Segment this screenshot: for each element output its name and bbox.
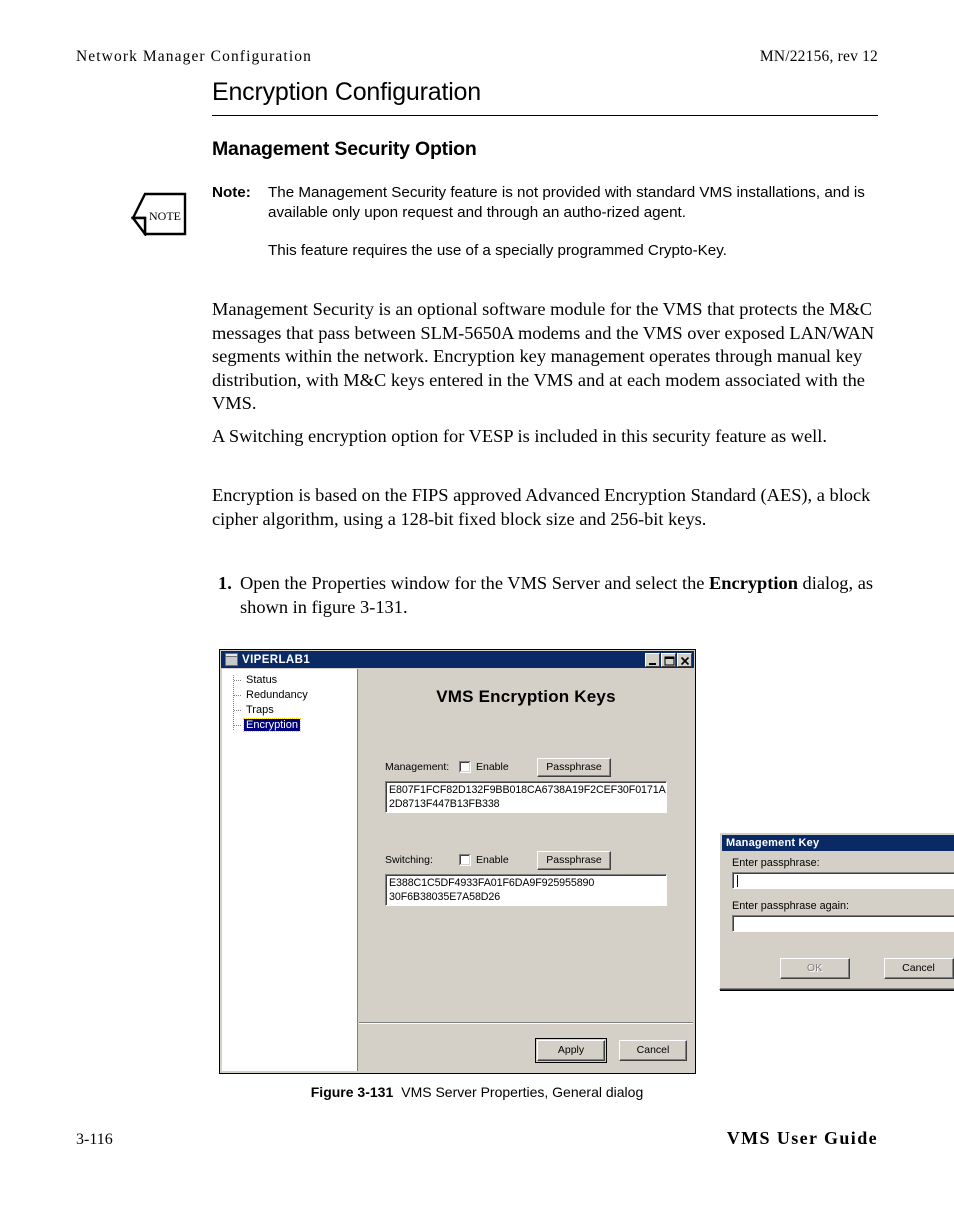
checkbox-box-icon (459, 854, 471, 866)
window-titlebar[interactable]: VIPERLAB1 (221, 651, 694, 668)
maximize-icon[interactable] (661, 652, 676, 667)
passphrase-input[interactable] (732, 872, 954, 889)
passphrase-label: Enter passphrase: (732, 857, 820, 869)
tree-item-label: Traps (246, 704, 274, 716)
tree-connector-icon (234, 680, 242, 681)
switching-key-row: Switching: Enable Passphrase E388C1C5DF4… (385, 850, 667, 906)
page-title: Encryption Configuration (212, 78, 481, 106)
tree-connector-icon (234, 695, 242, 696)
encryption-pane: VMS Encryption Keys Management: Enable P… (359, 669, 954, 1071)
switching-label: Switching: (385, 854, 433, 866)
tree-item-label: Redundancy (246, 689, 308, 701)
document-name: VMS User Guide (726, 1128, 878, 1148)
page-footer: 3-116 VMS User Guide (76, 1128, 878, 1149)
field-spacer (732, 889, 954, 900)
apply-button[interactable]: Apply (535, 1038, 607, 1063)
dialog-buttons: OK Cancel (720, 958, 954, 979)
section-heading: Management Security Option (212, 138, 477, 160)
window-title: VIPERLAB1 (242, 653, 311, 666)
cancel-button[interactable]: Cancel (619, 1040, 687, 1061)
step-text: Open the Properties window for the VMS S… (240, 572, 878, 619)
passphrase-again-input[interactable] (732, 915, 954, 932)
running-head-right: MN/22156, rev 12 (759, 48, 878, 65)
note-block: Note: The Management Security feature is… (212, 183, 878, 261)
management-key-line1: E807F1FCF82D132F9BB018CA6738A19F2CEF30F0… (389, 784, 667, 796)
text-caret (737, 875, 738, 887)
switching-key-line2: 30F6B38035E7A58D26 (389, 891, 501, 903)
checkbox-box-icon (459, 761, 471, 773)
tree-item-redundancy[interactable]: Redundancy (228, 688, 357, 703)
tree-item-encryption[interactable]: Encryption (228, 718, 357, 733)
note-first-paragraph: Note: The Management Security feature is… (212, 183, 878, 222)
switching-enable-label: Enable (476, 854, 509, 866)
figure-caption-text: VMS Server Properties, General dialog (401, 1084, 644, 1100)
management-key-value[interactable]: E807F1FCF82D132F9BB018CA6738A19F2CEF30F0… (385, 781, 667, 813)
step-text-before: Open the Properties window for the VMS S… (240, 573, 710, 593)
properties-window: VIPERLAB1 Status Redundancy Traps Encryp… (219, 649, 954, 1074)
dialog-ok-button[interactable]: OK (779, 958, 850, 979)
management-label: Management: (385, 761, 450, 773)
figure-caption-number: Figure 3-131 (310, 1084, 394, 1100)
switching-controls: Switching: Enable Passphrase (385, 850, 667, 870)
running-head-left: Network Manager Configuration (76, 48, 312, 65)
note-icon: NOTE (130, 192, 187, 238)
numbered-step-1: 1. Open the Properties window for the VM… (218, 572, 878, 619)
passphrase-again-label: Enter passphrase again: (732, 900, 850, 912)
switching-key-value[interactable]: E388C1C5DF4933FA01F6DA9F925955890 30F6B3… (385, 874, 667, 906)
svg-text:NOTE: NOTE (149, 209, 181, 223)
management-key-dialog: Management Key Enter passphrase: Enter p… (719, 832, 954, 990)
note-second-paragraph: This feature requires the use of a speci… (268, 242, 727, 259)
tree-item-status[interactable]: Status (228, 673, 357, 688)
running-head: Network Manager Configuration MN/22156, … (76, 48, 878, 66)
pane-footer-buttons: Apply Cancel (535, 1038, 687, 1063)
management-key-line2: 2D8713F447B13FB338 (389, 798, 500, 810)
server-cube-icon (225, 653, 238, 666)
note-text: The Management Security feature is not p… (268, 184, 865, 221)
dialog-titlebar[interactable]: Management Key (722, 835, 954, 851)
pane-heading: VMS Encryption Keys (436, 687, 616, 706)
tree-item-label: Status (246, 674, 278, 686)
body-paragraph-3: Encryption is based on the FIPS approved… (212, 485, 871, 529)
management-controls: Management: Enable Passphrase (385, 757, 667, 777)
step-text-bold: Encryption (709, 573, 798, 593)
minimize-icon[interactable] (645, 652, 660, 667)
title-divider (212, 115, 878, 116)
figure-screenshot: VIPERLAB1 Status Redundancy Traps Encryp… (219, 649, 954, 1074)
step-number: 1. (218, 573, 232, 593)
document-page: Network Manager Configuration MN/22156, … (0, 0, 954, 1227)
body-paragraph-2: A Switching encryption option for VESP i… (212, 426, 827, 446)
body-paragraph-1: Management Security is an optional softw… (212, 299, 875, 413)
dialog-cancel-button[interactable]: Cancel (883, 958, 954, 979)
management-enable-checkbox[interactable]: Enable (459, 761, 537, 773)
pane-divider (359, 1022, 693, 1024)
management-passphrase-button[interactable]: Passphrase (537, 757, 611, 777)
close-icon[interactable] (677, 652, 692, 667)
figure-caption: Figure 3-131 VMS Server Properties, Gener… (0, 1084, 954, 1100)
management-enable-label: Enable (476, 761, 509, 773)
tree-connector-icon (234, 725, 242, 726)
tree-item-label: Encryption (243, 718, 301, 732)
tree-item-traps[interactable]: Traps (228, 703, 357, 718)
dialog-title: Management Key (726, 837, 820, 849)
note-label: Note: (212, 184, 251, 201)
navigation-tree[interactable]: Status Redundancy Traps Encryption (222, 669, 358, 1071)
page-number: 3-116 (76, 1131, 113, 1148)
switching-enable-checkbox[interactable]: Enable (459, 854, 537, 866)
window-controls (645, 652, 692, 667)
switching-passphrase-button[interactable]: Passphrase (537, 850, 611, 870)
management-key-row: Management: Enable Passphrase E807F1FCF8… (385, 757, 667, 813)
dialog-body: Enter passphrase: Enter passphrase again… (732, 857, 954, 932)
switching-key-line1: E388C1C5DF4933FA01F6DA9F925955890 (389, 877, 595, 889)
tree-connector-icon (234, 710, 242, 711)
